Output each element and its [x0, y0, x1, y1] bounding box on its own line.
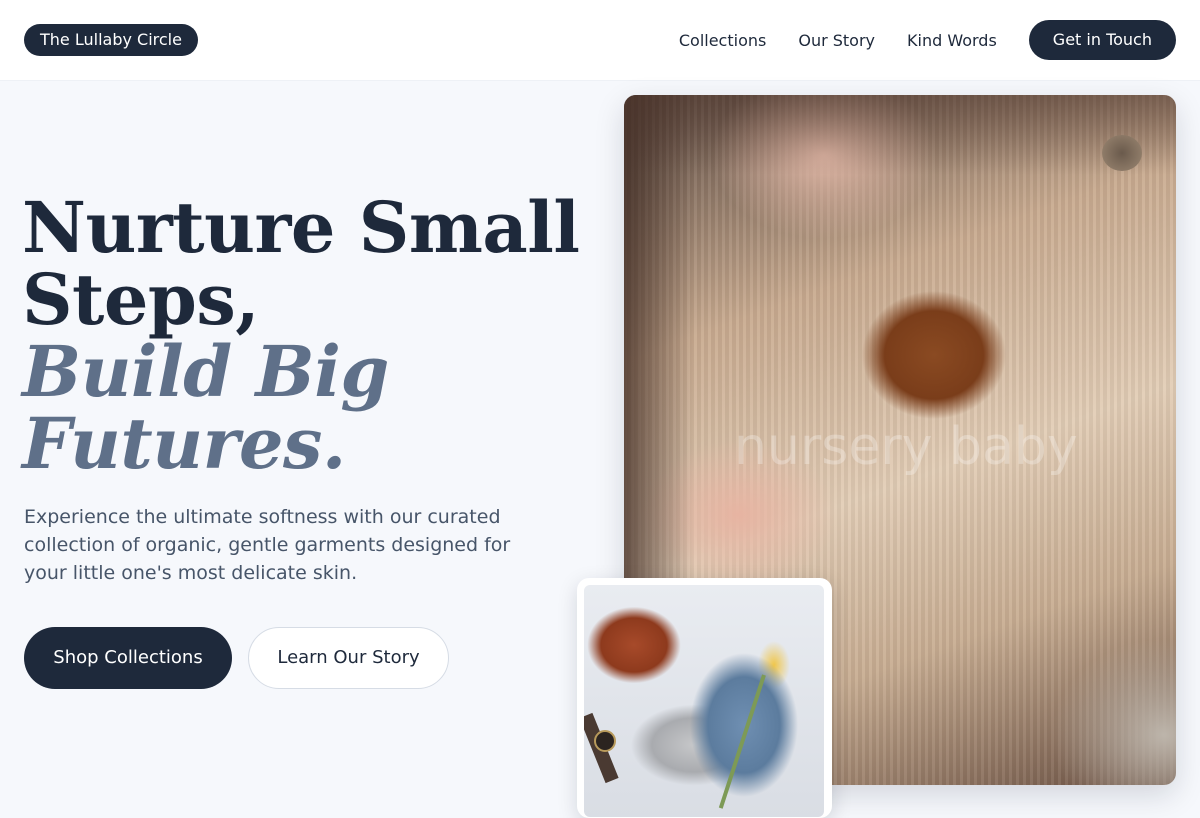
- photo-shadow-top: [624, 95, 1176, 175]
- headline-line-1: Nurture Small: [22, 186, 580, 269]
- hero-description: Experience the ultimate softness with ou…: [24, 506, 511, 584]
- site-header: The Lullaby Circle Collections Our Story…: [0, 0, 1200, 81]
- watch-icon: [594, 730, 616, 752]
- hero-headline: Nurture Small Steps, Build Big Futures.: [22, 192, 582, 480]
- headline-line-2: Steps,: [22, 258, 260, 341]
- headline-accent-1: Build Big: [22, 330, 389, 413]
- sweater-button: [1102, 135, 1142, 171]
- learn-our-story-button[interactable]: Learn Our Story: [248, 627, 449, 689]
- nav-link-collections[interactable]: Collections: [679, 31, 766, 50]
- shop-collections-button[interactable]: Shop Collections: [24, 627, 232, 689]
- photo-watermark: nursery baby: [734, 417, 1078, 477]
- tulip-stem: [718, 674, 766, 809]
- nav-link-our-story[interactable]: Our Story: [798, 31, 875, 50]
- flatlay-clothes-photo: [584, 585, 824, 817]
- headline-accent-2: Futures.: [22, 402, 346, 485]
- get-in-touch-button[interactable]: Get in Touch: [1028, 20, 1176, 60]
- main-nav: Collections Our Story Kind Words Get in …: [679, 20, 1176, 60]
- brand-logo[interactable]: The Lullaby Circle: [24, 24, 198, 56]
- nav-link-kind-words[interactable]: Kind Words: [907, 31, 997, 50]
- flatlay-photo-card: [577, 578, 832, 818]
